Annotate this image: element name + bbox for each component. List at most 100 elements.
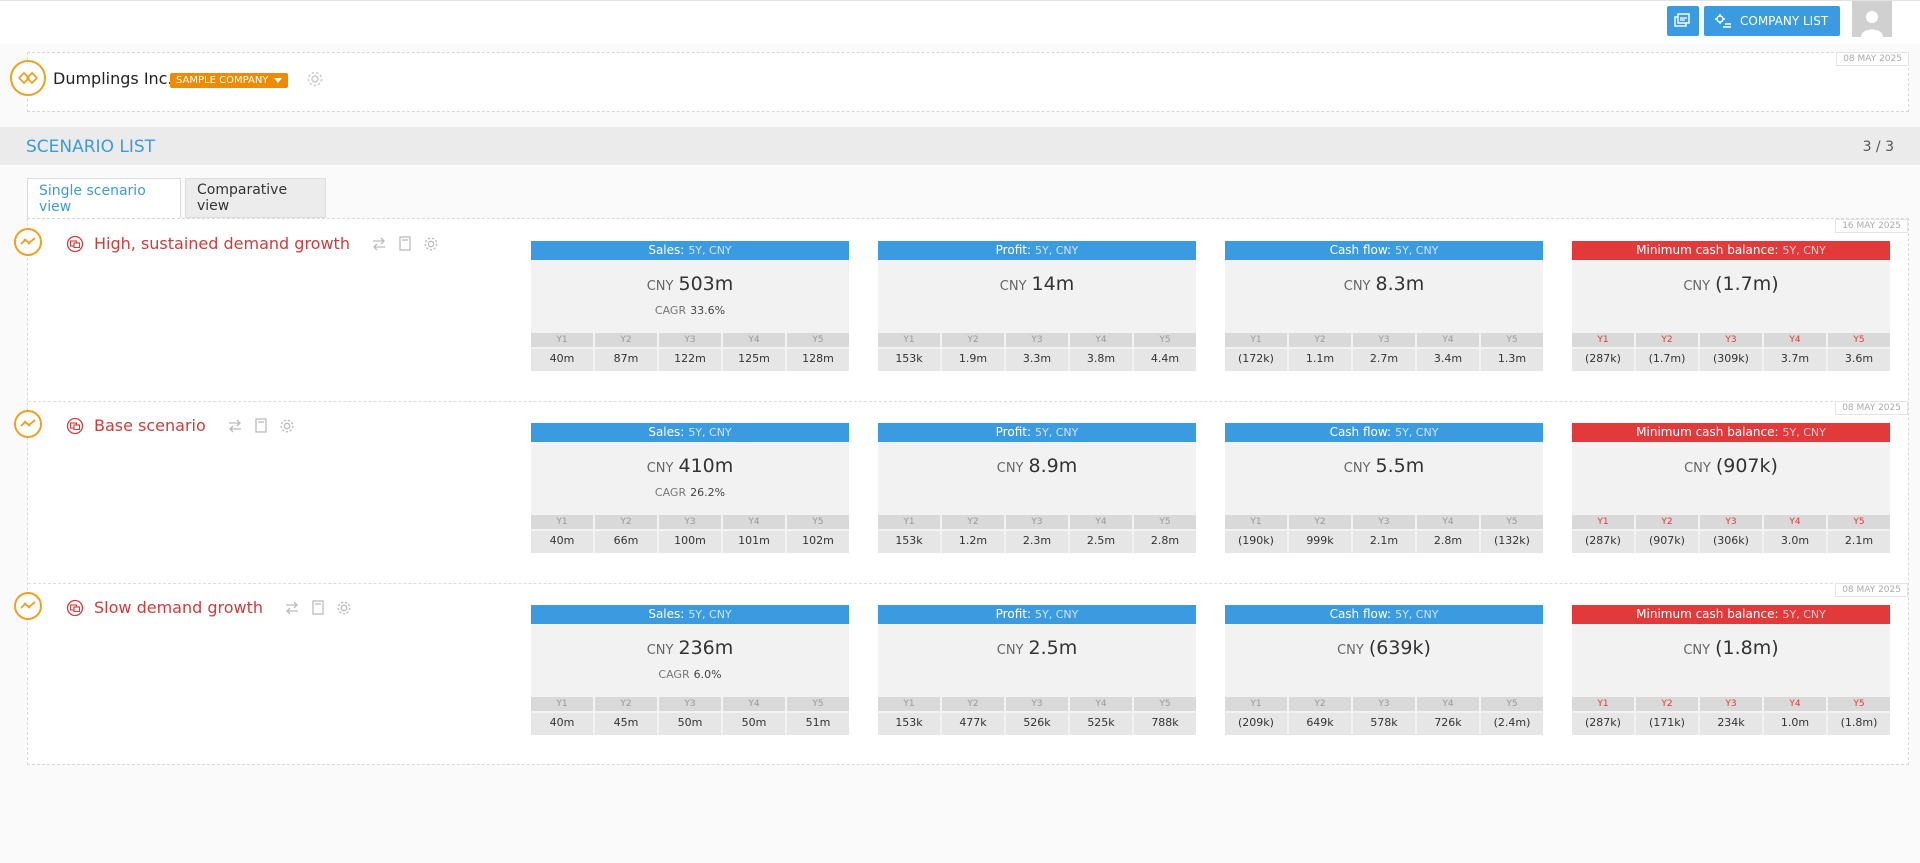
company-list-button[interactable]: COMPANY LIST [1704,6,1840,36]
year-column: Y3 122m [659,333,721,371]
scenario-list: 16 MAY 2025 High, sustained demand growt… [14,218,1909,765]
year-value: 122m [659,349,721,371]
swap-icon [286,601,299,614]
year-value: (287k) [1572,349,1634,371]
year-label: Y5 [1481,515,1543,529]
year-label: Y1 [878,697,940,711]
year-value: 153k [878,349,940,371]
scenario-title-link[interactable]: High, sustained demand growth [94,234,350,253]
year-value: 4.4m [1134,349,1196,371]
year-column: Y1 (287k) [1572,515,1634,553]
sample-company-dropdown[interactable]: SAMPLE COMPANY [170,73,289,88]
card-currency: CNY [1683,279,1711,294]
metric-card[interactable]: Sales: 5Y, CNY CNY 236m CAGR 6.0% Y1 40m Y2 45… [531,605,849,735]
scenario-stack-button[interactable] [1667,6,1699,36]
report-button[interactable] [309,599,327,617]
card-sublabel: 5Y, CNY [688,244,732,257]
year-column: Y4 3.4m [1417,333,1479,371]
company-header: 08 MAY 2025 Dumplings Inc. SAMPLE COMPAN… [10,52,1909,112]
metric-card[interactable]: Minimum cash balance: 5Y, CNY CNY (1.7m) Y… [1572,241,1890,371]
avatar[interactable] [1852,1,1892,37]
year-label: Y2 [1289,697,1351,711]
year-breakdown: Y1 (287k) Y2 (1.7m) Y3 (309k) Y4 3.7m Y5 3.6m [1572,333,1890,371]
report-button[interactable] [252,417,270,435]
year-label: Y1 [1572,697,1634,711]
card-total: CNY 8.3m [1225,260,1543,304]
scenario-title-link[interactable]: Base scenario [94,416,206,435]
compare-arrows-button[interactable] [370,235,388,253]
year-column: Y1 40m [531,333,593,371]
card-label: Sales: [648,425,685,439]
year-label: Y3 [1353,697,1415,711]
card-label: Minimum cash balance: [1636,243,1779,257]
metric-card[interactable]: Profit: 5Y, CNY CNY 2.5m Y1 153k Y2 477k Y3 526… [878,605,1196,735]
year-column: Y5 102m [787,515,849,553]
scenario-settings-button[interactable] [278,417,296,435]
year-label: Y5 [1134,515,1196,529]
report-button[interactable] [396,235,414,253]
year-value: (1.7m) [1636,349,1698,371]
scenario-settings-button[interactable] [422,235,440,253]
year-label: Y1 [878,333,940,347]
tab-comparative-view[interactable]: Comparative view [185,178,326,218]
metric-card[interactable]: Minimum cash balance: 5Y, CNY CNY (907k) Y… [1572,423,1890,553]
year-label: Y5 [1828,333,1890,347]
year-column: Y1 (172k) [1225,333,1287,371]
metric-card[interactable]: Cash flow: 5Y, CNY CNY (639k) Y1 (209k) Y2 64… [1225,605,1543,735]
card-currency: CNY [1343,461,1371,476]
compare-arrows-button[interactable] [283,599,301,617]
year-value: 3.0m [1764,531,1826,553]
year-value: 3.3m [1006,349,1068,371]
year-label: Y2 [1636,697,1698,711]
year-column: Y5 1.3m [1481,333,1543,371]
card-label: Cash flow: [1329,243,1392,257]
metric-card[interactable]: Minimum cash balance: 5Y, CNY CNY (1.8m) Y… [1572,605,1890,735]
year-value: 125m [723,349,785,371]
metric-card[interactable]: Sales: 5Y, CNY CNY 410m CAGR 26.2% Y1 40m Y2 6… [531,423,849,553]
card-sublabel: 5Y, CNY [1395,608,1439,621]
card-total: CNY 236m [531,624,849,668]
year-column: Y4 1.0m [1764,697,1826,735]
scenario-settings-button[interactable] [335,599,353,617]
metric-card[interactable]: Profit: 5Y, CNY CNY 14m Y1 153k Y2 1.9m Y3 3.3m… [878,241,1196,371]
year-column: Y3 2.3m [1006,515,1068,553]
card-sublabel: 5Y, CNY [1395,244,1439,257]
card-header: Minimum cash balance: 5Y, CNY [1572,605,1890,624]
card-header: Cash flow: 5Y, CNY [1225,241,1543,260]
metric-card[interactable]: Profit: 5Y, CNY CNY 8.9m Y1 153k Y2 1.2m Y3 2.3… [878,423,1196,553]
card-header: Sales: 5Y, CNY [531,605,849,624]
scenario-title-link[interactable]: Slow demand growth [94,598,263,617]
tab-single-scenario-view[interactable]: Single scenario view [27,178,181,218]
year-value: 2.8m [1417,531,1479,553]
year-value: 649k [1289,713,1351,735]
scenario-row: 08 MAY 2025 Base scenario Sales: 5Y, CNY … [14,401,1908,583]
card-sublabel: 5Y, CNY [1395,426,1439,439]
year-column: Y2 1.2m [942,515,1004,553]
year-column: Y2 (1.7m) [1636,333,1698,371]
year-label: Y1 [1572,333,1634,347]
year-column: Y5 51m [787,697,849,735]
metric-card[interactable]: Cash flow: 5Y, CNY CNY 5.5m Y1 (190k) Y2 999k… [1225,423,1543,553]
cagr-value: 26.2% [690,486,726,499]
year-breakdown: Y1 40m Y2 87m Y3 122m Y4 125m Y5 128m [531,333,849,371]
metric-card[interactable]: Cash flow: 5Y, CNY CNY 8.3m Y1 (172k) Y2 1.1m… [1225,241,1543,371]
year-value: 40m [531,349,593,371]
card-value: 8.3m [1375,273,1425,295]
section-title: SCENARIO LIST [26,137,156,157]
compare-arrows-button[interactable] [226,417,244,435]
scenario-header: High, sustained demand growth [66,234,440,253]
card-currency: CNY [646,461,674,476]
year-column: Y4 50m [723,697,785,735]
card-total: CNY 8.9m [878,442,1196,486]
year-column: Y1 (209k) [1225,697,1287,735]
company-settings-button[interactable] [306,70,324,92]
metric-card[interactable]: Sales: 5Y, CNY CNY 503m CAGR 33.6% Y1 40m Y2 8… [531,241,849,371]
year-column: Y1 (190k) [1225,515,1287,553]
year-column: Y2 45m [595,697,657,735]
card-value: 236m [678,637,734,659]
year-value: 999k [1289,531,1351,553]
year-column: Y4 101m [723,515,785,553]
year-column: Y1 40m [531,515,593,553]
card-label: Profit: [995,243,1031,257]
year-column: Y5 (1.8m) [1828,697,1890,735]
